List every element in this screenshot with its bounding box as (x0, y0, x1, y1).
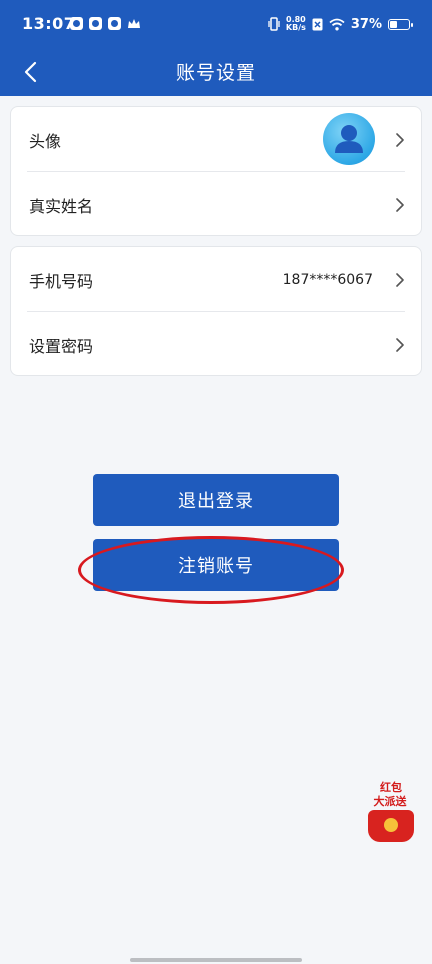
cancel-account-button[interactable]: 注销账号 (93, 539, 339, 591)
set-password-label: 设置密码 (29, 336, 94, 356)
wifi-icon (329, 18, 345, 30)
set-password-row[interactable]: 设置密码 (11, 312, 423, 377)
real-name-row[interactable]: 真实姓名 (11, 172, 423, 237)
account-card: 手机号码 187****6067 设置密码 (10, 246, 422, 376)
network-speed-unit: KB/s (285, 23, 306, 32)
sim-x-icon (312, 18, 323, 30)
red-packet-promo[interactable]: 红包 大派送 (360, 780, 420, 844)
app-header: 13:07 0.80 KB/s 37% 账号设置 (0, 0, 432, 96)
crown-icon (128, 19, 140, 28)
tiktok-notification-icon (70, 17, 83, 30)
chevron-right-icon (396, 197, 404, 212)
phone-label: 手机号码 (29, 271, 94, 291)
real-name-label: 真实姓名 (29, 196, 94, 216)
phone-row[interactable]: 手机号码 187****6067 (11, 247, 423, 312)
phone-value: 187****6067 (282, 271, 373, 288)
home-indicator[interactable] (130, 958, 302, 962)
user-avatar-icon[interactable] (323, 113, 375, 165)
avatar-row[interactable]: 头像 (11, 107, 423, 172)
message-notification-icon (108, 17, 121, 30)
promo-line2: 大派送 (373, 795, 407, 808)
title-bar: 账号设置 (0, 48, 432, 96)
page-title: 账号设置 (175, 62, 256, 84)
status-time: 13:07 (22, 14, 76, 33)
chevron-right-icon (396, 132, 404, 147)
battery-icon (388, 18, 413, 30)
profile-card: 头像 真实姓名 (10, 106, 422, 236)
gold-coin-icon (384, 818, 398, 832)
chevron-right-icon (396, 337, 404, 352)
battery-percent: 37% (350, 16, 382, 32)
status-bar: 13:07 0.80 KB/s 37% (0, 0, 432, 48)
battery-level (390, 20, 398, 28)
notification-icons (70, 17, 141, 30)
promo-line1: 红包 (380, 781, 402, 794)
chevron-right-icon (396, 272, 404, 287)
vibrate-icon (268, 17, 280, 31)
network-speed: 0.80 KB/s (286, 16, 306, 32)
avatar-label: 头像 (29, 131, 62, 151)
app-notification-icon (89, 17, 102, 30)
logout-button[interactable]: 退出登录 (93, 474, 339, 526)
status-right-icons: 0.80 KB/s 37% (268, 16, 413, 32)
